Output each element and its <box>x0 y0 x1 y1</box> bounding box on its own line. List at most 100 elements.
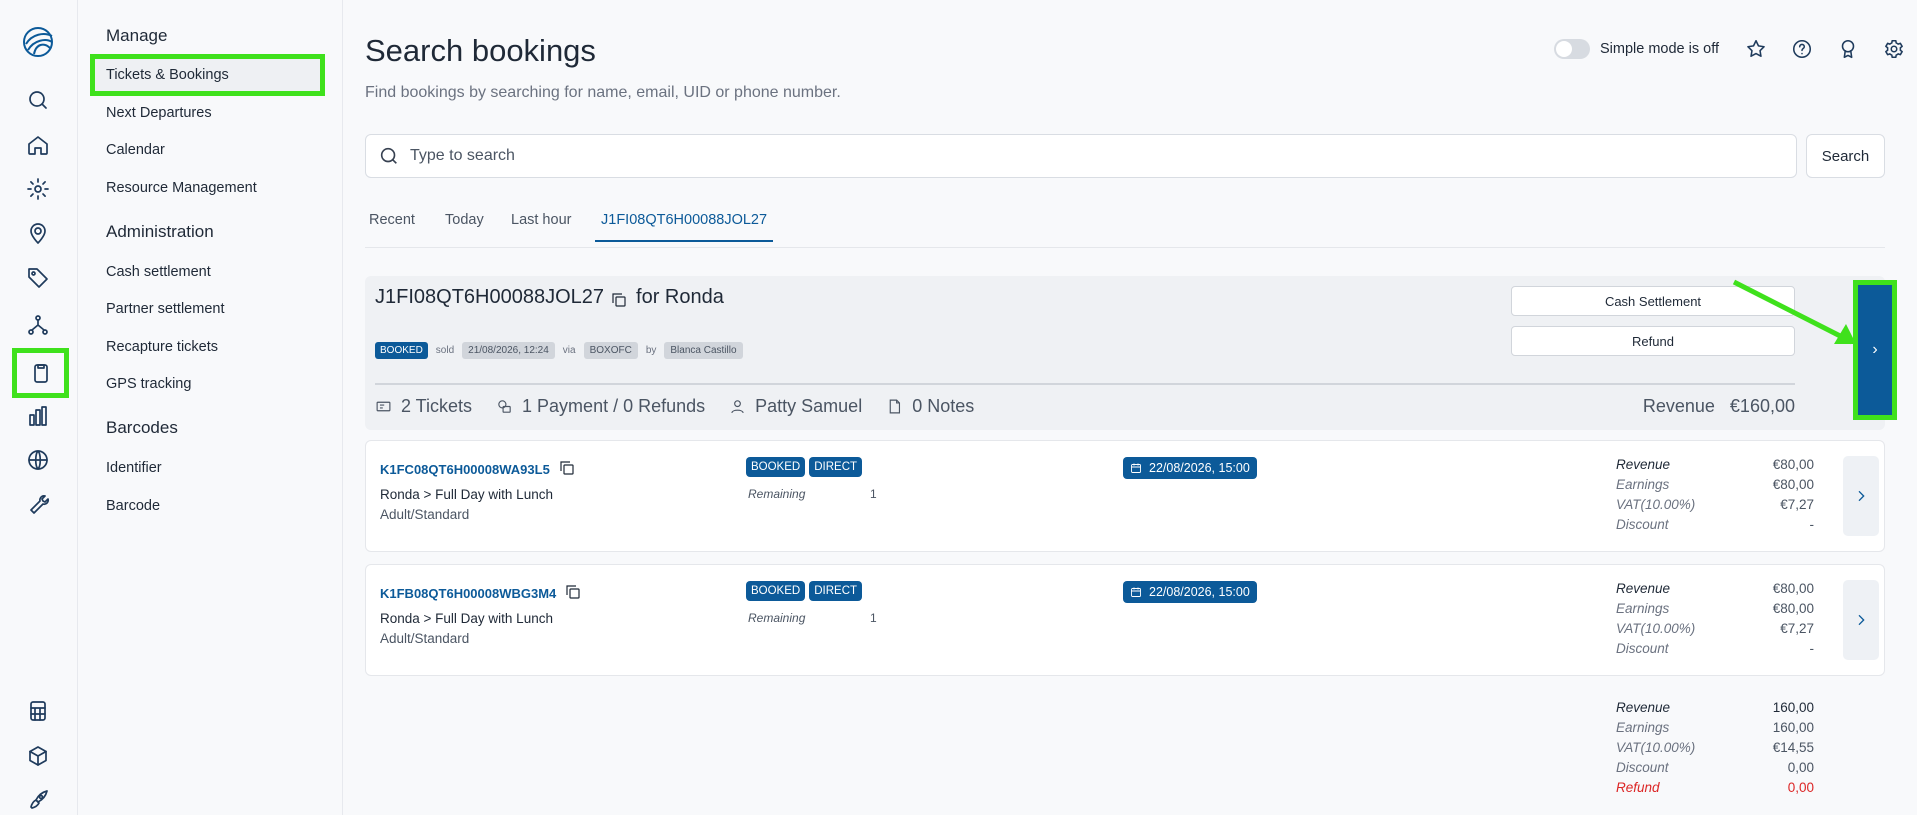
calendar-icon <box>1131 587 1141 597</box>
departure-date-text: 22/08/2026, 15:00 <box>1149 461 1250 475</box>
ticket-product: Ronda > Full Day with Lunch <box>380 487 553 502</box>
earnings-value: €80,00 <box>1772 477 1814 492</box>
ticket-id-link[interactable]: K1FB08QT6H00008WBG3M4 <box>380 586 556 601</box>
icon-rail <box>0 0 78 815</box>
revenue-label: Revenue <box>1616 581 1671 596</box>
tab-recent[interactable]: Recent <box>369 212 415 228</box>
help-icon[interactable] <box>1779 36 1825 62</box>
menu-item-barcode[interactable]: Barcode <box>106 498 160 514</box>
booking-id: J1FI08QT6H00088JOL27 <box>375 286 605 308</box>
via-chip: BOXOFC <box>583 342 638 359</box>
total-revenue-label: Revenue <box>1616 700 1671 715</box>
notes-stat: 0 Notes <box>886 396 974 417</box>
section-manage: Manage <box>106 26 168 45</box>
menu-item-next-departures[interactable]: Next Departures <box>106 105 212 121</box>
tickets-count: 2 Tickets <box>401 396 473 416</box>
search-button[interactable]: Search <box>1806 134 1885 178</box>
ticket-row: K1FB08QT6H00008WBG3M4 Ronda > Full Day w… <box>365 564 1885 676</box>
revenue-label: Revenue <box>1642 396 1715 416</box>
cube-icon[interactable] <box>22 740 54 772</box>
ticket-id-link[interactable]: K1FC08QT6H00008WA93L5 <box>380 462 550 477</box>
open-ticket-button[interactable] <box>1843 580 1879 660</box>
vat-label: VAT(10.00%) <box>1616 621 1696 636</box>
open-booking-button[interactable]: › <box>1853 280 1897 420</box>
ticket-type: Adult/Standard <box>380 631 470 646</box>
booking-for: for Ronda <box>636 286 724 308</box>
booking-heading: J1FI08QT6H00088JOL27 for Ronda <box>375 286 724 309</box>
copy-icon[interactable] <box>556 583 582 604</box>
total-discount-label: Discount <box>1616 760 1669 775</box>
remaining-value: 1 <box>870 487 877 501</box>
remaining-label: Remaining <box>748 487 806 501</box>
payment-icon <box>498 400 511 413</box>
menu-item-calendar[interactable]: Calendar <box>106 142 165 158</box>
submenu: Manage Tickets & Bookings Next Departure… <box>78 0 343 815</box>
notes-count: 0 Notes <box>912 396 975 416</box>
simple-mode-toggle[interactable] <box>1553 39 1590 59</box>
revenue-label: Revenue <box>1616 457 1671 472</box>
open-ticket-button[interactable] <box>1843 456 1879 536</box>
booking-meta: BOOKED sold 21/08/2026, 12:24 via BOXOFC… <box>375 342 743 359</box>
ticket-row: K1FC08QT6H00008WA93L5 Ronda > Full Day w… <box>365 440 1885 552</box>
page-title: Search bookings <box>365 33 596 68</box>
search-icon <box>380 147 397 164</box>
discount-value: - <box>1809 641 1815 656</box>
settings-icon[interactable] <box>1871 36 1917 62</box>
copy-icon[interactable] <box>550 459 576 480</box>
wrench-icon[interactable] <box>22 488 54 520</box>
menu-item-tickets-bookings[interactable]: Tickets & Bookings <box>90 54 325 96</box>
menu-item-cash-settlement[interactable]: Cash settlement <box>106 264 211 280</box>
network-icon[interactable] <box>22 309 54 341</box>
ticket-type: Adult/Standard <box>380 507 470 522</box>
badge-icon[interactable] <box>1825 36 1871 62</box>
logo-icon[interactable] <box>20 24 56 60</box>
total-revenue-value: 160,00 <box>1772 700 1814 715</box>
cash-settlement-button[interactable]: Cash Settlement <box>1511 286 1795 316</box>
menu-item-recapture-tickets[interactable]: Recapture tickets <box>106 339 218 355</box>
search-icon[interactable] <box>22 84 54 116</box>
search-box <box>365 134 1797 178</box>
rocket-icon[interactable] <box>22 784 54 815</box>
menu-item-gps-tracking[interactable]: GPS tracking <box>106 376 191 392</box>
page-subtitle: Find bookings by searching for name, ema… <box>365 84 841 101</box>
top-toolbar: Simple mode is off <box>1553 36 1917 62</box>
ticket-badges: BOOKED DIRECT <box>746 457 866 477</box>
tab-today[interactable]: Today <box>445 212 484 228</box>
revenue-value: €80,00 <box>1772 457 1814 472</box>
booking-totals: Revenue 160,00 Earnings 160,00 VAT(10.00%)… <box>1616 700 1814 800</box>
refund-button[interactable]: Refund <box>1511 326 1795 356</box>
calculator-icon[interactable] <box>22 695 54 727</box>
clipboard-icon[interactable] <box>12 348 69 398</box>
tag-icon[interactable] <box>22 262 54 294</box>
booking-revenue: Revenue €160,00 <box>1643 396 1795 417</box>
discount-label: Discount <box>1616 641 1669 656</box>
status-badge: BOOKED <box>746 457 806 477</box>
ticket-product: Ronda > Full Day with Lunch <box>380 611 553 626</box>
by-label: by <box>645 345 657 356</box>
tab-last-hour[interactable]: Last hour <box>511 212 571 228</box>
tab-booking[interactable]: J1FI08QT6H00088JOL27 <box>595 212 774 242</box>
tabs: Recent Today Last hour J1FI08QT6H00088JO… <box>365 206 1885 248</box>
total-refund-label: Refund <box>1616 780 1660 795</box>
vat-label: VAT(10.00%) <box>1616 497 1696 512</box>
location-icon[interactable] <box>22 218 54 250</box>
status-badge: BOOKED <box>746 581 806 601</box>
departure-date: 22/08/2026, 15:00 <box>1123 457 1257 479</box>
star-icon[interactable] <box>1733 36 1779 62</box>
section-barcodes: Barcodes <box>106 418 178 437</box>
menu-item-partner-settlement[interactable]: Partner settlement <box>106 301 224 317</box>
calendar-icon <box>1131 463 1141 473</box>
home-icon[interactable] <box>22 129 54 161</box>
copy-icon[interactable] <box>610 291 628 309</box>
globe-icon[interactable] <box>22 444 54 476</box>
booking-card: J1FI08QT6H00088JOL27 for Ronda BOOKED so… <box>365 276 1897 430</box>
gear-icon[interactable] <box>22 173 54 205</box>
booking-stats: 2 Tickets 1 Payment / 0 Refunds Patty Sa… <box>375 396 998 417</box>
earnings-value: €80,00 <box>1772 601 1814 616</box>
chevron-right-icon <box>1858 614 1865 626</box>
search-input[interactable] <box>410 147 1760 165</box>
menu-item-identifier[interactable]: Identifier <box>106 460 162 476</box>
customer-stat: Patty Samuel <box>729 396 862 417</box>
menu-item-resource-management[interactable]: Resource Management <box>106 180 257 196</box>
bar-chart-icon[interactable] <box>22 400 54 432</box>
